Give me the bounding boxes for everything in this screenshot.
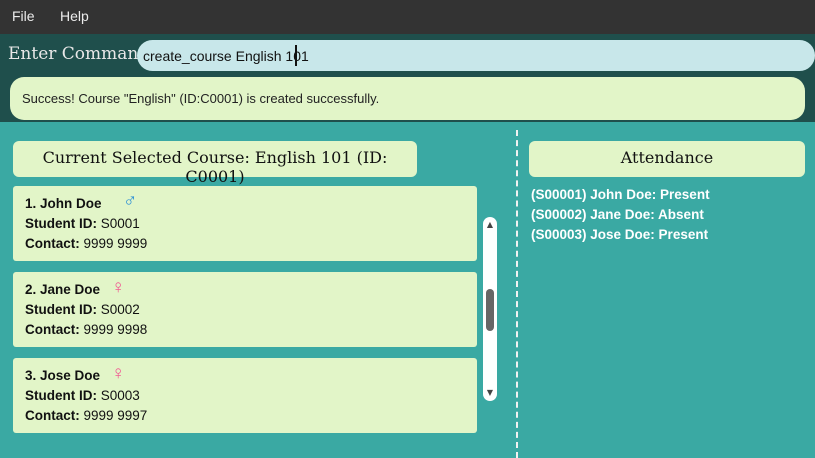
student-contact: Contact: 9999 9998: [25, 322, 147, 337]
course-header: Current Selected Course: English 101 (ID…: [13, 141, 417, 186]
student-name: 1. John Doe: [25, 196, 102, 211]
command-label: Enter Command:: [8, 44, 155, 64]
attendance-header: Attendance: [529, 141, 805, 177]
student-id-value: S0002: [97, 302, 140, 317]
student-id-label: Student ID:: [25, 216, 97, 231]
student-list[interactable]: 1. John Doe ♂ Student ID: S0001 Contact:…: [13, 186, 477, 458]
student-id: Student ID: S0001: [25, 216, 140, 231]
student-contact: Contact: 9999 9997: [25, 408, 147, 423]
command-panel: Enter Command: Success! Course "English"…: [0, 34, 815, 122]
attendance-record: (S00003) Jose Doe: Present: [531, 227, 709, 242]
contact-value: 9999 9999: [79, 236, 148, 251]
attendance-record: (S00002) Jane Doe: Absent: [531, 207, 704, 222]
scroll-down-icon[interactable]: ▼: [483, 388, 497, 397]
result-display: Success! Course "English" (ID:C0001) is …: [10, 77, 805, 120]
contact-label: Contact:: [25, 236, 80, 251]
scroll-thumb[interactable]: [486, 289, 494, 331]
student-card[interactable]: 1. John Doe ♂ Student ID: S0001 Contact:…: [13, 186, 477, 261]
menu-help[interactable]: Help: [60, 8, 89, 24]
student-id-label: Student ID:: [25, 388, 97, 403]
student-card[interactable]: 2. Jane Doe ♀ Student ID: S0002 Contact:…: [13, 272, 477, 347]
scroll-up-icon[interactable]: ▲: [483, 220, 497, 229]
female-icon: ♀: [111, 363, 126, 384]
command-input[interactable]: [137, 40, 815, 71]
contact-label: Contact:: [25, 408, 80, 423]
contact-value: 9999 9998: [79, 322, 148, 337]
female-icon: ♀: [111, 277, 126, 298]
student-name: 2. Jane Doe: [25, 282, 101, 297]
student-id-value: S0003: [97, 388, 140, 403]
student-id-label: Student ID:: [25, 302, 97, 317]
student-contact: Contact: 9999 9999: [25, 236, 147, 251]
panel-divider: [516, 130, 518, 458]
student-name: 3. Jose Doe: [25, 368, 101, 383]
contact-value: 9999 9997: [79, 408, 148, 423]
student-id: Student ID: S0003: [25, 388, 140, 403]
student-list-scrollbar[interactable]: ▲ ▼: [483, 217, 497, 401]
text-caret: [295, 45, 297, 66]
contact-label: Contact:: [25, 322, 80, 337]
menu-bar: File Help: [0, 0, 815, 34]
male-icon: ♂: [123, 191, 138, 212]
attendance-record: (S00001) John Doe: Present: [531, 187, 710, 202]
student-card[interactable]: 3. Jose Doe ♀ Student ID: S0003 Contact:…: [13, 358, 477, 433]
student-id-value: S0001: [97, 216, 140, 231]
student-id: Student ID: S0002: [25, 302, 140, 317]
menu-file[interactable]: File: [12, 8, 35, 24]
